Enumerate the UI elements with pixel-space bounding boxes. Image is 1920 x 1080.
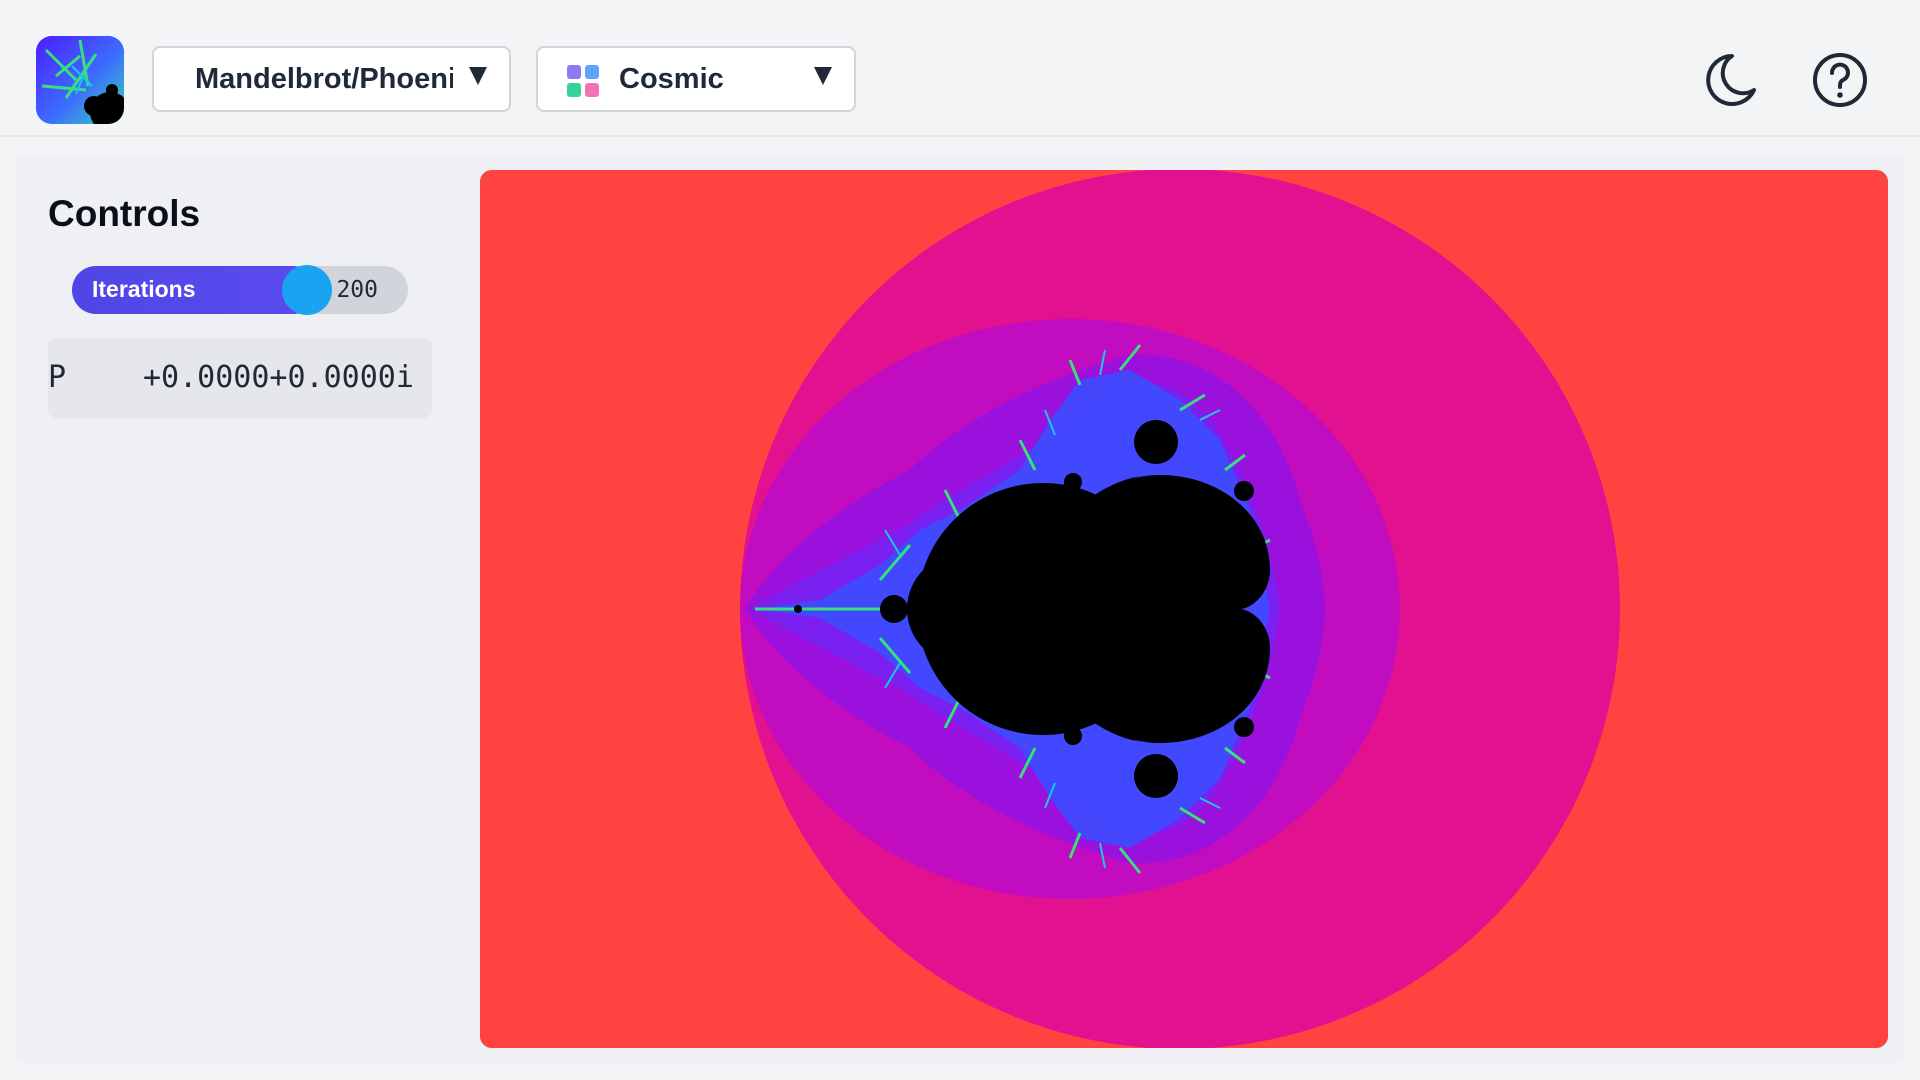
fractal-render <box>480 170 1888 1048</box>
parameter-value: +0.0000+0.0000i <box>143 360 414 395</box>
theme-toggle-button[interactable] <box>1698 50 1758 110</box>
iterations-slider[interactable]: Iterations 200 <box>72 266 408 314</box>
moon-icon <box>1706 54 1756 106</box>
fractal-type-value: Mandelbrot/Phoenix <box>195 62 453 95</box>
help-button[interactable] <box>1810 50 1870 110</box>
iterations-label: Iterations <box>92 276 196 302</box>
app-logo[interactable] <box>36 36 124 124</box>
help-circle-icon <box>1813 53 1867 107</box>
top-bar: Mandelbrot/Phoenix Cosmic <box>0 0 1920 137</box>
controls-title: Controls <box>48 193 201 234</box>
parameter-name: P <box>48 360 67 395</box>
palette-value: Cosmic <box>619 62 724 95</box>
mandelbrot-logo-icon <box>36 36 124 124</box>
fractal-canvas[interactable] <box>480 170 1888 1048</box>
iterations-slider-thumb[interactable] <box>284 267 330 313</box>
chevron-down-icon <box>469 67 487 85</box>
palette-grid-icon <box>567 65 599 97</box>
parameter-readout[interactable]: P +0.0000+0.0000i <box>48 338 432 418</box>
fractal-type-select[interactable]: Mandelbrot/Phoenix <box>152 46 511 112</box>
chevron-down-icon <box>814 67 832 85</box>
palette-select[interactable]: Cosmic <box>536 46 856 112</box>
iterations-value: 200 <box>336 277 378 303</box>
